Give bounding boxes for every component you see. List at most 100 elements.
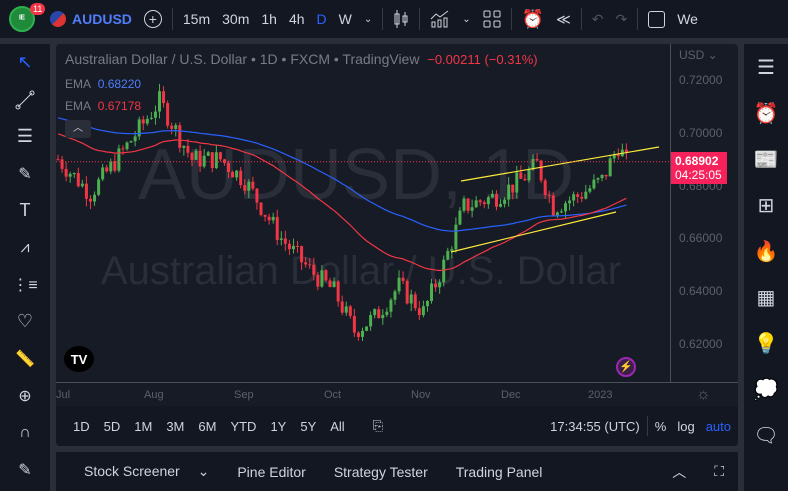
price-axis[interactable]: USD ⌄ 0.72000 0.70000 0.68000 0.66000 0.6400… xyxy=(670,44,738,382)
heart-icon[interactable]: ♡ xyxy=(0,303,50,340)
calendar-icon[interactable]: ▦ xyxy=(744,274,788,320)
candle xyxy=(80,183,84,187)
cursor-icon[interactable]: ↖ xyxy=(0,44,50,81)
time-tick: Jul xyxy=(56,389,71,401)
redo-icon[interactable]: ↷ xyxy=(609,0,633,38)
messages-icon[interactable]: 🗨 xyxy=(744,412,788,458)
range-3m[interactable]: 3M xyxy=(159,419,191,434)
tab-stock-screener[interactable]: Stock Screener ⌄ xyxy=(56,463,223,480)
range-all[interactable]: All xyxy=(323,419,351,434)
candle xyxy=(206,152,210,156)
candle xyxy=(413,294,417,309)
auto-toggle[interactable]: auto xyxy=(699,419,738,434)
candle xyxy=(474,200,478,208)
ruler-icon[interactable]: 📏 xyxy=(0,340,50,377)
chart-pane[interactable]: AUDUSD, 1D Australian Dollar / U.S. Doll… xyxy=(56,44,738,446)
magnet-icon[interactable]: ∩ xyxy=(0,414,50,451)
range-1m[interactable]: 1M xyxy=(127,419,159,434)
candle xyxy=(287,243,291,250)
alert-add-icon[interactable]: ⏰ xyxy=(516,0,550,38)
layouts-icon[interactable] xyxy=(477,0,507,38)
lock-drawings-icon[interactable]: ✎ xyxy=(0,451,50,488)
candle xyxy=(458,210,462,225)
undo-icon[interactable]: ↶ xyxy=(586,0,610,38)
range-ytd[interactable]: YTD xyxy=(223,419,263,434)
range-5y[interactable]: 5Y xyxy=(293,419,323,434)
interval-1h[interactable]: 1h xyxy=(255,0,283,38)
candle xyxy=(332,281,336,288)
candle xyxy=(283,238,287,244)
currency-selector[interactable]: USD ⌄ xyxy=(679,48,718,62)
alarm-clock-icon[interactable]: ⏰ xyxy=(744,90,788,136)
percent-toggle[interactable]: % xyxy=(648,419,674,434)
candle xyxy=(227,162,231,172)
candle xyxy=(113,161,117,171)
user-avatar[interactable]: ᴵᴱ 11 xyxy=(0,0,46,38)
candle xyxy=(507,184,511,200)
ema-slow-legend[interactable]: EMA 0.67178 xyxy=(65,99,141,113)
tab-pine-editor[interactable]: Pine Editor xyxy=(223,464,319,480)
interval-15m[interactable]: 15m xyxy=(177,0,216,38)
top-toolbar: ᴵᴱ 11 AUDUSD + 15m 30m 1h 4h D W ⌄ ⌄ ⏰ ≪ ↶ ↷ … xyxy=(0,0,788,38)
range-1d[interactable]: 1D xyxy=(66,419,97,434)
candle xyxy=(88,198,92,202)
chevron-down-icon[interactable]: ⌄ xyxy=(456,0,476,38)
trend-line-icon[interactable] xyxy=(0,81,50,118)
watchlist-icon[interactable]: ☰ xyxy=(744,44,788,90)
candle xyxy=(174,125,178,129)
candle xyxy=(218,152,222,160)
candle xyxy=(527,169,531,181)
candle xyxy=(291,245,295,250)
range-bar: 1D 5D 1M 3M 6M YTD 1Y 5Y All ⎘ 17:34:55 (UTC) % … xyxy=(56,406,738,446)
tab-strategy-tester[interactable]: Strategy Tester xyxy=(320,464,442,480)
interval-4h[interactable]: 4h xyxy=(283,0,311,38)
candle xyxy=(162,91,166,104)
range-1y[interactable]: 1Y xyxy=(263,419,293,434)
fib-retracement-icon[interactable]: ☰ xyxy=(0,118,50,155)
fullscreen-checkbox-icon[interactable] xyxy=(642,0,671,38)
zoom-in-icon[interactable]: ⊕ xyxy=(0,377,50,414)
candle xyxy=(251,181,255,189)
interval-W[interactable]: W xyxy=(333,0,358,38)
ema-fast-value: 0.68220 xyxy=(97,77,142,91)
news-icon[interactable]: 📰 xyxy=(744,136,788,182)
price-chart[interactable]: AUDUSD, 1D Australian Dollar / U.S. Doll… xyxy=(56,44,670,382)
hotlist-fire-icon[interactable]: 🔥 xyxy=(744,228,788,274)
lightning-icon[interactable]: ⚡ xyxy=(616,357,636,377)
ema-fast-legend[interactable]: EMA 0.68220 xyxy=(65,77,141,91)
candle xyxy=(608,158,612,177)
replay-icon[interactable]: ≪ xyxy=(550,0,577,38)
log-toggle[interactable]: log xyxy=(673,419,698,434)
brush-icon[interactable]: ✎ xyxy=(0,155,50,192)
interval-D[interactable]: D xyxy=(311,0,333,38)
goto-date-icon[interactable]: ⎘ xyxy=(366,418,390,434)
maximize-icon[interactable]: ⛶ xyxy=(700,463,738,480)
text-icon[interactable]: T xyxy=(0,192,50,229)
prediction-icon[interactable]: ⋮≡ xyxy=(0,266,50,303)
ema-slow-value: 0.67178 xyxy=(97,99,142,113)
patterns-icon[interactable]: ⩘ xyxy=(0,229,50,266)
chats-icon[interactable]: 💭 xyxy=(744,366,788,412)
symbol-search[interactable]: AUDUSD xyxy=(44,0,138,38)
range-5d[interactable]: 5D xyxy=(97,419,128,434)
range-6m[interactable]: 6M xyxy=(191,419,223,434)
collapse-legend-button[interactable]: ︿ xyxy=(65,120,91,138)
candle xyxy=(271,216,275,221)
indicators-icon[interactable] xyxy=(424,0,456,38)
candle xyxy=(344,306,348,313)
ideas-lightbulb-icon[interactable]: 💡 xyxy=(744,320,788,366)
tab-trading-panel[interactable]: Trading Panel xyxy=(442,464,557,480)
expand-panel-icon[interactable]: ︿ xyxy=(658,462,700,482)
candles-chart-type-icon[interactable] xyxy=(387,0,415,38)
add-list-icon[interactable]: ⊞ xyxy=(744,182,788,228)
clock-time[interactable]: 17:34:55 (UTC) xyxy=(543,419,647,434)
interval-30m[interactable]: 30m xyxy=(216,0,255,38)
candle xyxy=(385,311,389,315)
tradingview-logo[interactable]: TV xyxy=(64,346,94,372)
candle xyxy=(259,202,263,215)
cut-label: We xyxy=(677,11,698,27)
compare-add-icon[interactable]: + xyxy=(138,0,168,38)
divider xyxy=(510,8,512,30)
settings-gear-icon[interactable]: ☼ xyxy=(696,386,711,404)
chevron-down-icon[interactable]: ⌄ xyxy=(358,0,378,38)
